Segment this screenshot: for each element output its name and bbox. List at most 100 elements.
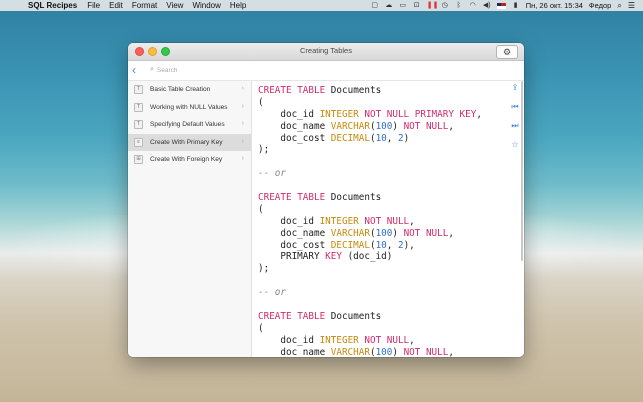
search-placeholder: Search <box>156 66 178 74</box>
code-view[interactable]: CREATE TABLE Documents( doc_id INTEGER N… <box>252 81 506 357</box>
code-token: ) <box>392 120 404 132</box>
notification-center-icon[interactable]: ☰ <box>628 1 635 10</box>
menu-window[interactable]: Window <box>192 1 220 10</box>
code-token: -- or <box>258 168 286 180</box>
code-token: PRIMARY <box>258 251 326 263</box>
code-token: , <box>448 120 454 132</box>
code-token: doc_id <box>258 334 320 346</box>
code-token: CREATE <box>258 85 292 96</box>
window-title: Creating Tables <box>300 46 352 55</box>
code-token: doc_cost <box>258 132 331 144</box>
code-token: TABLE <box>297 85 326 96</box>
code-line: doc_id INTEGER NOT NULL, <box>258 335 506 347</box>
code-line: ); <box>258 263 506 275</box>
gear-icon: ⚙ <box>502 47 512 57</box>
sidebar-item-basic-table-creation[interactable]: T Basic Table Creation › <box>128 81 251 99</box>
sidebar-item-create-with-foreign-key[interactable]: ⊞ Create With Foreign Key › <box>128 151 251 169</box>
sidebar-item-label: Basic Table Creation <box>150 86 211 94</box>
app-window: Creating Tables ⚙ ‹ ⌕ Search T Basic Tab… <box>128 43 524 357</box>
input-source-flag-icon[interactable] <box>496 2 506 9</box>
code-token: doc_id <box>258 215 320 227</box>
code-token: ) <box>392 227 404 239</box>
code-token: doc_name <box>258 227 331 239</box>
code-line: ( <box>258 204 506 216</box>
bluetooth-icon[interactable]: ᛒ <box>455 2 463 9</box>
code-token: Documents <box>325 310 382 322</box>
settings-button[interactable]: ⚙ <box>496 45 518 59</box>
menu-view[interactable]: View <box>166 1 183 10</box>
code-token: 100 <box>375 120 393 132</box>
time-machine-icon[interactable]: ◷ <box>441 2 449 9</box>
code-token: , <box>386 239 398 251</box>
code-token: 100 <box>375 227 393 239</box>
code-token: KEY <box>325 251 342 263</box>
airplay-icon[interactable]: ⊡ <box>413 2 421 9</box>
code-token: NOT NULL <box>403 120 449 132</box>
screen-icon[interactable]: ▢ <box>371 2 379 9</box>
clock[interactable]: Пн, 26 окт. 15:34 <box>526 1 583 10</box>
code-token: 10 <box>375 239 387 251</box>
code-token: , <box>448 227 454 239</box>
code-line: CREATE TABLE Documents <box>258 311 506 323</box>
code-line: CREATE TABLE Documents <box>258 85 506 97</box>
code-line: doc_cost DECIMAL(10, 2), <box>258 240 506 252</box>
code-token: DECIMAL <box>330 132 370 144</box>
star-icon[interactable]: ☆ <box>510 140 520 150</box>
menu-file[interactable]: File <box>87 1 100 10</box>
table-icon: T <box>134 85 143 95</box>
spotlight-icon[interactable]: ⌕ <box>617 1 621 11</box>
last-page-icon[interactable]: ⏭ <box>510 121 520 131</box>
menu-edit[interactable]: Edit <box>109 1 123 10</box>
code-line: doc_id INTEGER NOT NULL PRIMARY KEY, <box>258 109 506 121</box>
code-token: doc_name <box>258 120 331 132</box>
code-token: , <box>476 108 482 120</box>
back-button[interactable]: ‹ <box>132 63 136 77</box>
title-bar[interactable]: Creating Tables ⚙ <box>128 43 524 61</box>
code-line: -- or <box>258 168 506 180</box>
sidebar-item-working-with-null-values[interactable]: T Working with NULL Values › <box>128 99 251 117</box>
sidebar-item-create-with-primary-key[interactable]: ≡ Create With Primary Key › <box>128 133 251 151</box>
first-page-icon[interactable]: ⏮ <box>510 102 520 112</box>
menu-format[interactable]: Format <box>132 1 157 10</box>
code-token: , <box>448 346 454 357</box>
sql-code[interactable]: CREATE TABLE Documents( doc_id INTEGER N… <box>252 81 506 357</box>
code-token: doc_id <box>258 108 320 120</box>
chevron-right-icon: › <box>241 155 244 162</box>
code-line: ( <box>258 323 506 335</box>
code-token: ) <box>392 346 404 357</box>
share-icon[interactable]: ⇪ <box>510 83 520 93</box>
chevron-right-icon: › <box>241 102 244 110</box>
scrollbar[interactable] <box>521 81 523 261</box>
code-line: doc_name VARCHAR(100) NOT NULL, <box>258 121 506 133</box>
code-line: doc_id INTEGER NOT NULL, <box>258 216 506 228</box>
code-token: PRIMARY KEY <box>414 108 477 120</box>
code-token: ); <box>258 144 270 156</box>
chevron-right-icon: › <box>241 137 244 145</box>
code-token: CREATE <box>258 310 292 322</box>
code-token: VARCHAR <box>330 346 370 357</box>
search-field[interactable]: ⌕ Search <box>150 64 250 76</box>
code-token: ) <box>403 132 410 144</box>
display-icon[interactable]: ▭ <box>399 2 407 9</box>
app-menu[interactable]: SQL Recipes <box>28 1 77 10</box>
code-token: Documents <box>325 85 382 96</box>
pause-icon[interactable]: ❚❚ <box>427 2 439 9</box>
volume-icon[interactable]: ◀) <box>483 2 491 9</box>
sidebar-item-specifying-default-values[interactable]: T Specifying Default Values › <box>128 116 251 134</box>
user-name[interactable]: Федор <box>589 1 611 10</box>
code-token: , <box>386 132 398 144</box>
cloud-icon[interactable]: ☁ <box>385 2 393 9</box>
search-icon: ⌕ <box>150 66 154 73</box>
menu-help[interactable]: Help <box>230 1 246 10</box>
battery-icon[interactable]: ▮ <box>512 2 520 9</box>
code-token: DECIMAL <box>330 239 370 251</box>
code-token: doc_cost <box>258 239 331 251</box>
code-token: NOT NULL <box>364 334 410 346</box>
code-line: PRIMARY KEY (doc_id) <box>258 251 506 263</box>
code-token: VARCHAR <box>330 227 370 239</box>
code-token: ( <box>258 203 264 215</box>
code-token: ( <box>258 96 264 108</box>
wifi-icon[interactable]: ◠ <box>469 2 477 9</box>
code-line: doc_cost DECIMAL(10, 2) <box>258 133 506 145</box>
